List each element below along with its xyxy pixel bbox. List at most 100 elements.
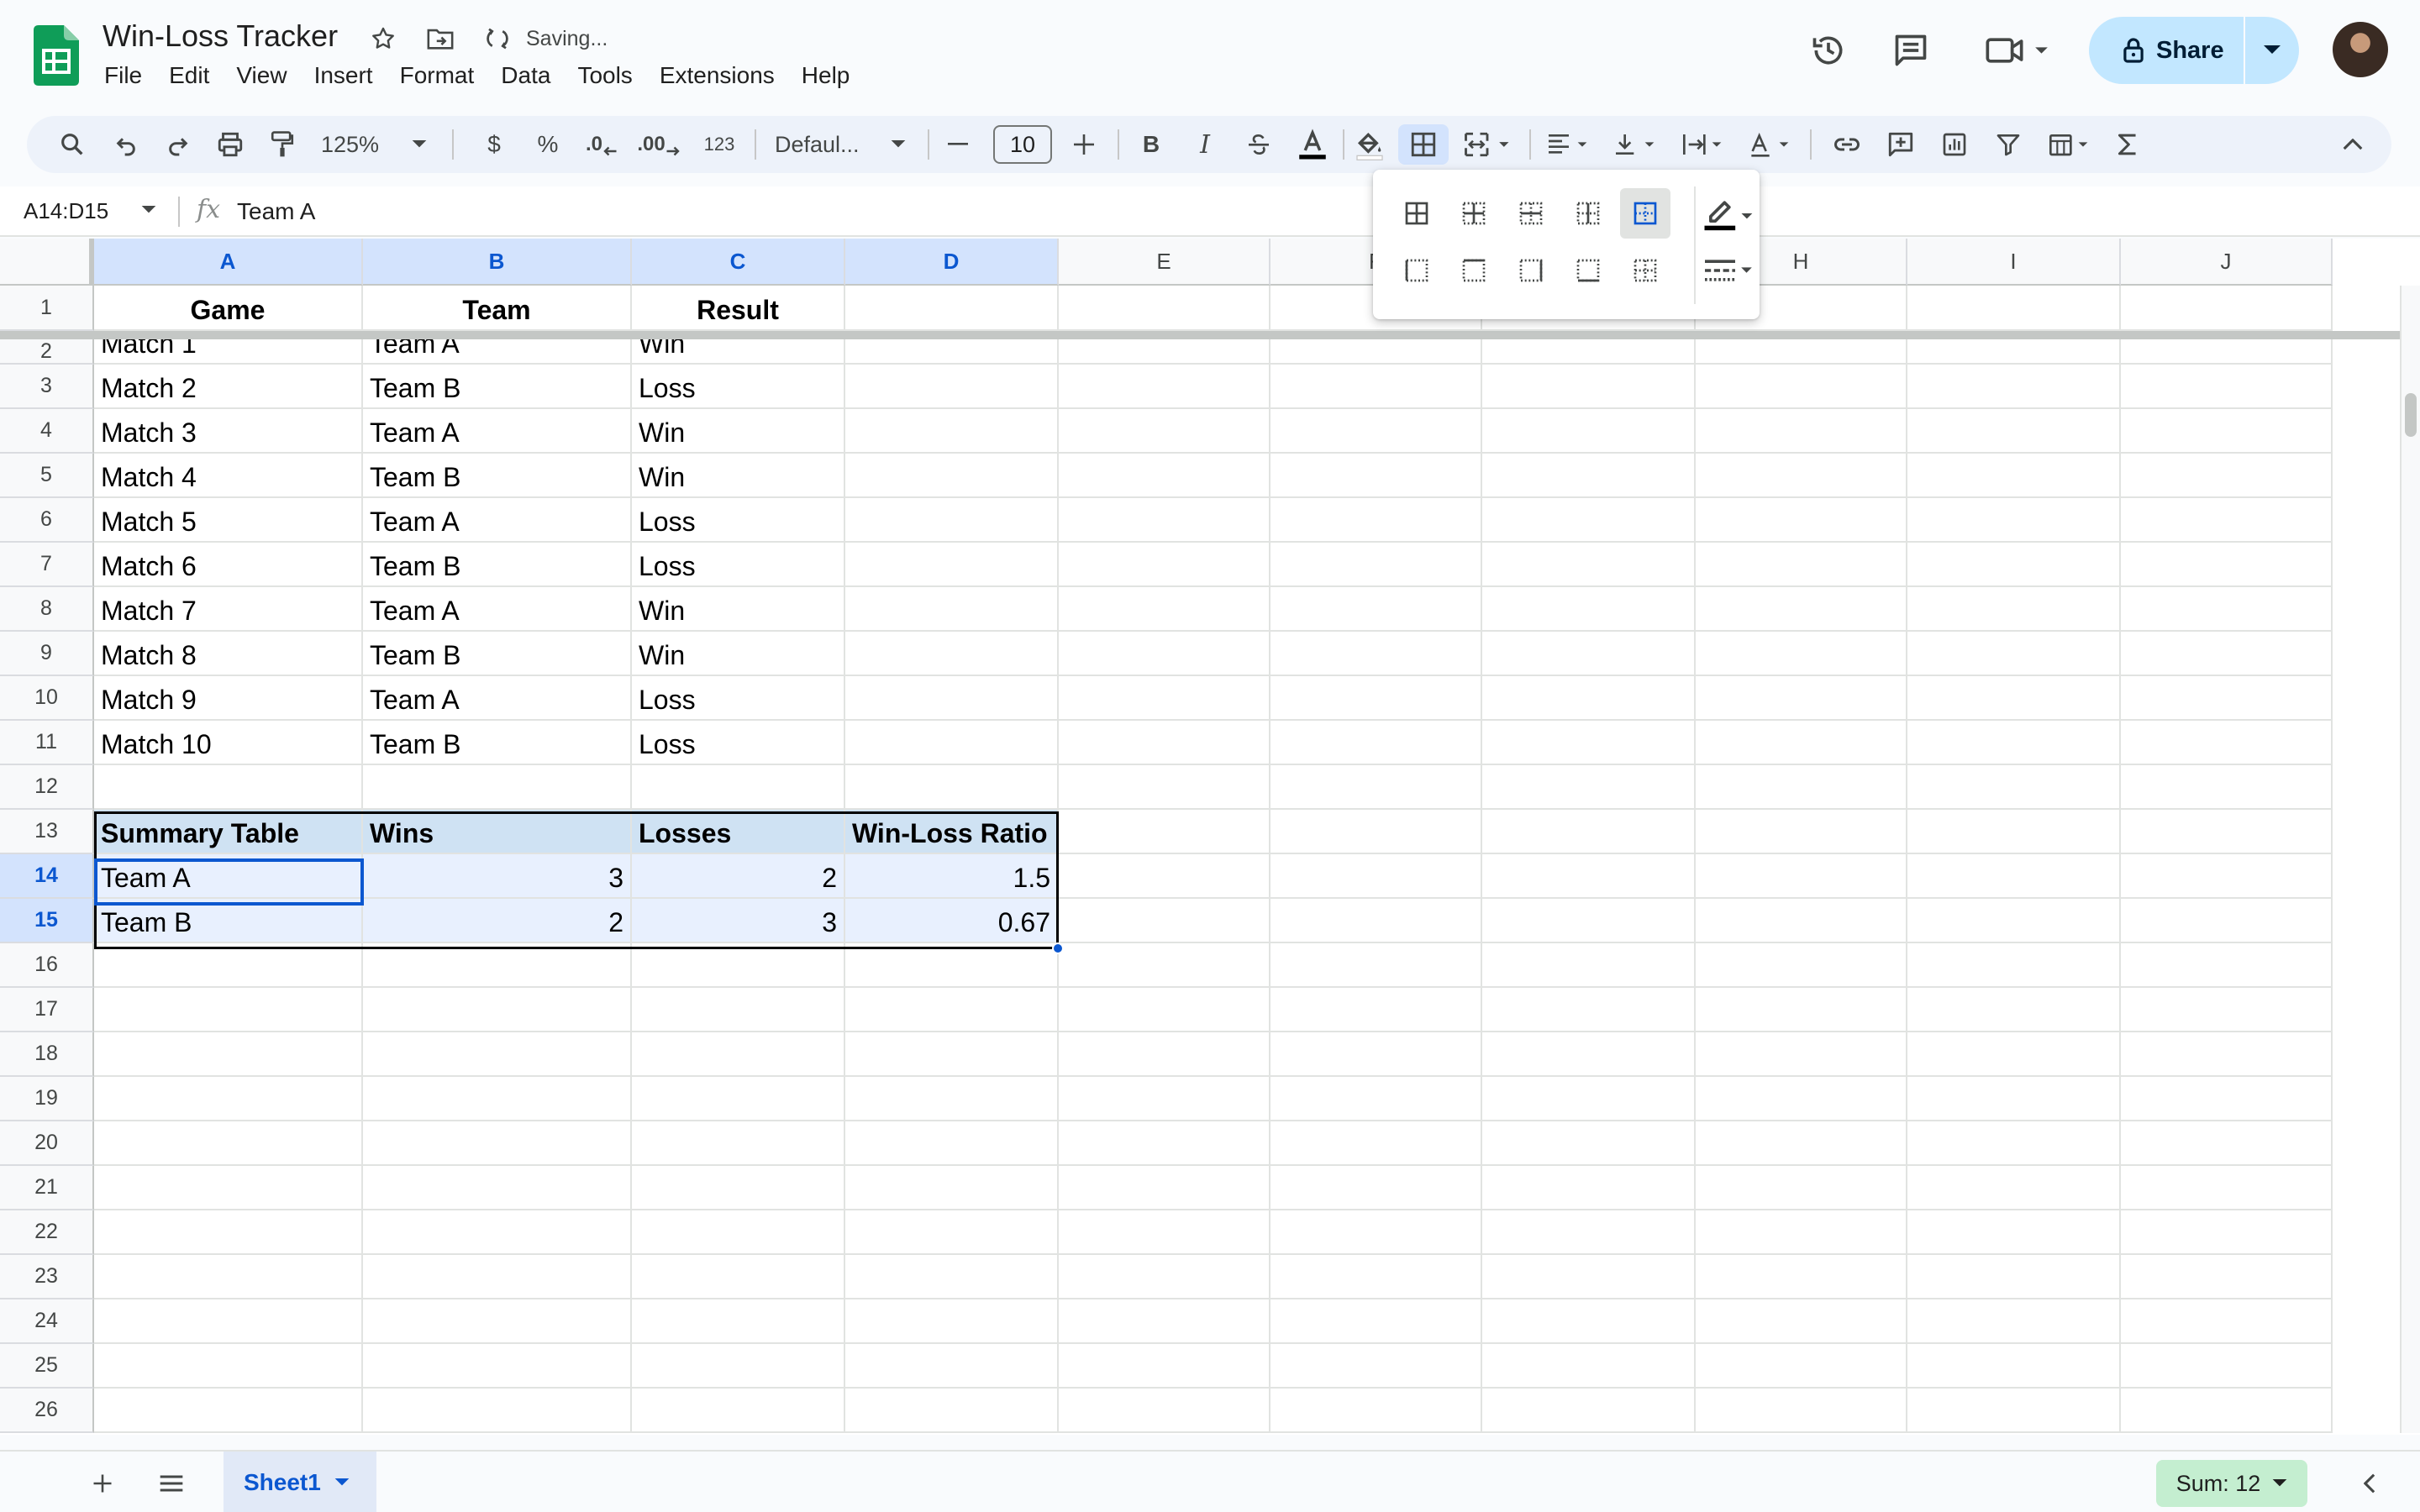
empty-cell[interactable] [1696, 676, 1907, 721]
empty-cell[interactable] [1059, 1210, 1270, 1255]
empty-cell[interactable] [1696, 765, 1907, 810]
empty-cell[interactable] [1696, 810, 1907, 854]
empty-cell[interactable] [1059, 1255, 1270, 1299]
share-main-button[interactable]: Share [2089, 17, 2245, 84]
row-header-19[interactable]: 19 [0, 1077, 94, 1121]
vertical-scrollbar[interactable] [2400, 286, 2420, 1433]
empty-cell[interactable] [1059, 1166, 1270, 1210]
empty-cell[interactable] [94, 1210, 363, 1255]
menu-help[interactable]: Help [788, 60, 864, 91]
insert-chart-icon[interactable] [1934, 124, 1975, 165]
empty-cell[interactable] [1270, 1121, 1482, 1166]
data-cell[interactable]: Match 8 [94, 632, 363, 676]
strikethrough-icon[interactable] [1239, 124, 1279, 165]
empty-cell[interactable] [845, 988, 1059, 1032]
empty-cell[interactable] [1270, 854, 1482, 899]
empty-cell[interactable] [1270, 1210, 1482, 1255]
clear-borders-icon[interactable] [1620, 245, 1670, 296]
horizontal-align-icon[interactable] [1539, 124, 1598, 165]
menu-edit[interactable]: Edit [155, 60, 223, 91]
sheet-tab-sheet1[interactable]: Sheet1 [224, 1452, 376, 1512]
empty-cell[interactable] [1270, 454, 1482, 498]
empty-cell[interactable] [1907, 988, 2121, 1032]
empty-cell[interactable] [1482, 365, 1696, 409]
header-cell-result[interactable]: Result [632, 286, 845, 331]
empty-cell[interactable] [2121, 721, 2333, 765]
empty-cell[interactable] [1907, 810, 2121, 854]
fill-color-icon[interactable] [1349, 124, 1390, 165]
empty-cell[interactable] [1482, 1032, 1696, 1077]
summary-data-cell[interactable]: 0.67 [845, 899, 1059, 943]
increase-decimal-button[interactable]: .00 [634, 124, 684, 165]
data-cell[interactable]: Win [632, 454, 845, 498]
data-cell[interactable]: Match 5 [94, 498, 363, 543]
column-header-i[interactable]: I [1907, 239, 2121, 286]
empty-cell[interactable] [2121, 1210, 2333, 1255]
empty-cell[interactable] [632, 1389, 845, 1433]
text-wrapping-icon[interactable] [1674, 124, 1733, 165]
empty-cell[interactable] [1907, 676, 2121, 721]
outer-borders-icon[interactable] [1620, 188, 1670, 239]
vertical-scrollbar-thumb[interactable] [2405, 393, 2417, 437]
empty-cell[interactable] [1907, 587, 2121, 632]
empty-cell[interactable] [2121, 498, 2333, 543]
empty-cell[interactable] [1696, 454, 1907, 498]
empty-cell[interactable] [845, 676, 1059, 721]
empty-cell[interactable] [1907, 409, 2121, 454]
row-header-24[interactable]: 24 [0, 1299, 94, 1344]
menu-format[interactable]: Format [387, 60, 488, 91]
empty-cell[interactable] [632, 1166, 845, 1210]
empty-cell[interactable] [845, 1210, 1059, 1255]
row-header-12[interactable]: 12 [0, 765, 94, 810]
row-header-8[interactable]: 8 [0, 587, 94, 632]
menu-extensions[interactable]: Extensions [646, 60, 788, 91]
filter-views-icon[interactable] [2040, 124, 2099, 165]
empty-cell[interactable] [2121, 409, 2333, 454]
empty-cell[interactable] [1059, 899, 1270, 943]
empty-cell[interactable] [845, 1032, 1059, 1077]
empty-cell[interactable] [1907, 1077, 2121, 1121]
empty-cell[interactable] [2121, 1255, 2333, 1299]
empty-cell[interactable] [1696, 1077, 1907, 1121]
summary-data-cell[interactable]: 2 [632, 854, 845, 899]
empty-cell[interactable] [1696, 721, 1907, 765]
empty-cell[interactable] [1482, 810, 1696, 854]
empty-cell[interactable] [94, 1166, 363, 1210]
empty-cell[interactable] [1059, 1299, 1270, 1344]
column-header-d[interactable]: D [845, 239, 1059, 286]
empty-cell[interactable] [2121, 1299, 2333, 1344]
empty-cell[interactable] [845, 454, 1059, 498]
empty-cell[interactable] [1482, 454, 1696, 498]
freeze-row-divider[interactable] [0, 331, 2403, 339]
summary-header-cell[interactable]: Summary Table [94, 810, 363, 854]
empty-cell[interactable] [632, 1077, 845, 1121]
all-sheets-menu-icon[interactable] [151, 1463, 192, 1504]
summary-data-cell[interactable]: Team B [94, 899, 363, 943]
empty-cell[interactable] [1907, 943, 2121, 988]
empty-cell[interactable] [1696, 854, 1907, 899]
empty-cell[interactable] [1270, 899, 1482, 943]
empty-cell[interactable] [94, 1389, 363, 1433]
formula-input[interactable]: Team A [237, 198, 315, 225]
empty-cell[interactable] [1482, 339, 1696, 365]
text-rotation-icon[interactable] [1741, 124, 1800, 165]
format-currency-button[interactable]: $ [474, 124, 514, 165]
empty-cell[interactable] [1696, 943, 1907, 988]
meet-video-icon[interactable] [1983, 30, 2054, 71]
empty-cell[interactable] [1907, 1032, 2121, 1077]
data-cell[interactable]: Match 3 [94, 409, 363, 454]
row-header-14[interactable]: 14 [0, 854, 94, 899]
empty-cell[interactable] [1907, 765, 2121, 810]
empty-cell[interactable] [1696, 1121, 1907, 1166]
empty-cell[interactable] [845, 765, 1059, 810]
empty-cell[interactable] [845, 1255, 1059, 1299]
right-border-icon[interactable] [1506, 245, 1556, 296]
empty-cell[interactable] [1907, 1299, 2121, 1344]
empty-cell[interactable] [1907, 1255, 2121, 1299]
empty-cell[interactable] [1482, 765, 1696, 810]
column-header-b[interactable]: B [363, 239, 632, 286]
empty-cell[interactable] [2121, 339, 2333, 365]
empty-cell[interactable] [1482, 1344, 1696, 1389]
empty-cell[interactable] [845, 721, 1059, 765]
empty-cell[interactable] [845, 1166, 1059, 1210]
